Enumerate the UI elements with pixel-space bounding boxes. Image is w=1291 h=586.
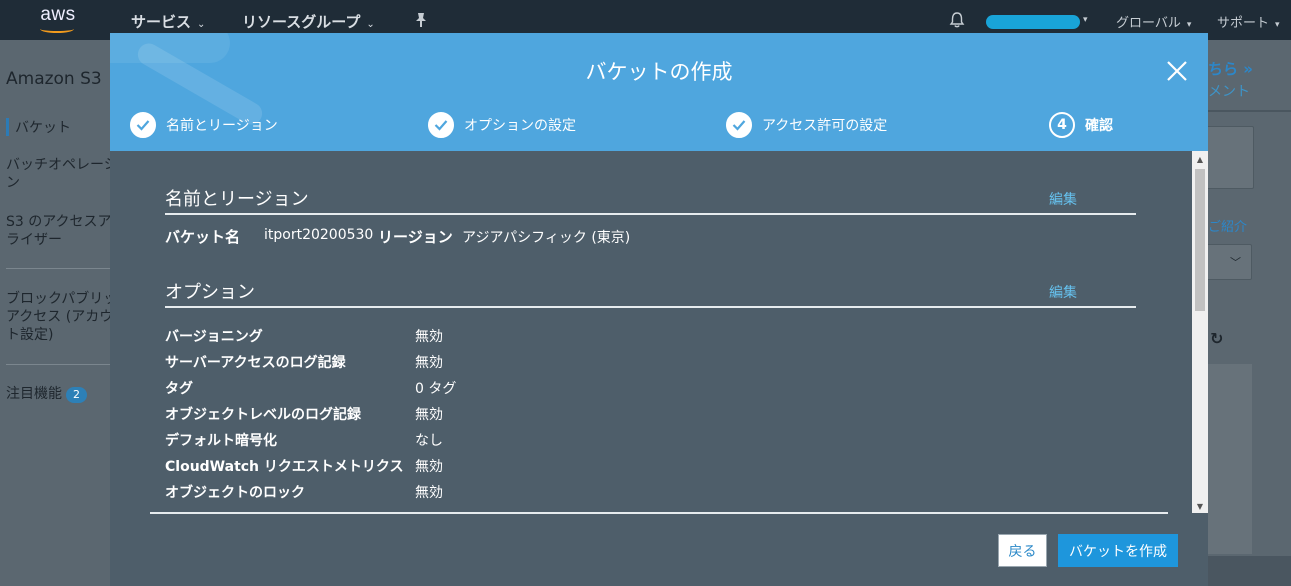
sidebar-title: Amazon S3 xyxy=(6,69,102,89)
s3-sidebar: Amazon S3 バケット バッチオペレーショ ン S3 のアクセスアナ ライ… xyxy=(0,40,132,586)
close-icon[interactable] xyxy=(1166,60,1188,82)
pin-icon[interactable] xyxy=(414,12,428,32)
scroll-up-arrow-icon[interactable]: ▲ xyxy=(1192,155,1208,164)
notifications-bell-icon[interactable] xyxy=(948,11,966,29)
chevron-down-icon: ▾ xyxy=(1275,20,1280,30)
option-value: 無効 xyxy=(415,485,443,501)
background-text-fragment: メント xyxy=(1208,84,1250,100)
option-row-default-encryption: デフォルト暗号化 なし xyxy=(165,430,665,450)
option-row-tags: タグ 0 タグ xyxy=(165,378,665,398)
option-key: オブジェクトレベルのログ記録 xyxy=(165,407,361,423)
modal-scrollbar[interactable]: ▲ ▼ xyxy=(1192,151,1208,513)
step-permissions[interactable]: アクセス許可の設定 xyxy=(726,112,887,138)
modal-title: バケットの作成 xyxy=(585,60,733,84)
scroll-down-arrow-icon[interactable]: ▼ xyxy=(1192,502,1208,511)
chevron-down-icon: ﹀ xyxy=(1230,256,1241,269)
section-title-options: オプション xyxy=(165,282,255,303)
option-value: 0 タグ xyxy=(415,381,457,397)
step-label: 確認 xyxy=(1085,118,1113,134)
check-circle-icon xyxy=(130,112,156,138)
aws-logo-text: aws xyxy=(40,4,76,25)
chevron-down-icon: ⌄ xyxy=(366,19,375,30)
chevron-down-icon: ⌄ xyxy=(197,19,206,30)
step-options[interactable]: オプションの設定 xyxy=(428,112,576,138)
aws-logo[interactable]: aws xyxy=(36,5,80,35)
option-row-cloudwatch-metrics: CloudWatch リクエストメトリクス 無効 xyxy=(165,456,665,476)
modal-header: バケットの作成 名前とリージョン オプションの設定 アクセス許可の設定 4 確認 xyxy=(110,33,1208,151)
background-panel xyxy=(1204,364,1252,554)
create-bucket-button[interactable]: バケットを作成 xyxy=(1058,534,1178,567)
sidebar-item-access-analyzer[interactable]: S3 のアクセスアナ ライザー xyxy=(6,213,125,249)
option-value: 無効 xyxy=(415,329,443,345)
support-menu[interactable]: サポート ▾ xyxy=(1217,12,1280,31)
option-key: CloudWatch リクエストメトリクス xyxy=(165,459,404,475)
option-value: 無効 xyxy=(415,355,443,371)
check-circle-icon xyxy=(726,112,752,138)
option-key: サーバーアクセスのログ記録 xyxy=(165,355,346,371)
option-row-object-level-logging: オブジェクトレベルのログ記録 無効 xyxy=(165,404,665,424)
account-menu[interactable] xyxy=(986,15,1080,29)
check-circle-icon xyxy=(428,112,454,138)
support-menu-label: サポート xyxy=(1217,16,1270,31)
section-divider xyxy=(165,306,1136,308)
background-select: ﹀ xyxy=(1204,244,1252,280)
section-divider xyxy=(165,213,1136,215)
option-key: タグ xyxy=(165,381,193,397)
region-value: アジアパシフィック (東京) xyxy=(462,230,631,246)
resource-groups-menu-label: リソースグループ xyxy=(242,13,361,31)
refresh-icon: ↻ xyxy=(1210,329,1224,348)
option-value: 無効 xyxy=(415,407,443,423)
option-row-server-access-logging: サーバーアクセスのログ記録 無効 xyxy=(165,352,665,372)
chevron-down-icon[interactable]: ▾ xyxy=(1083,15,1088,25)
chevron-down-icon: ▾ xyxy=(1186,20,1192,30)
option-key: デフォルト暗号化 xyxy=(165,433,277,449)
background-content-right: ちら » メント ご紹介 ﹀ ↻ xyxy=(1204,40,1291,586)
services-menu-label: サービス xyxy=(131,13,192,31)
edit-options-link[interactable]: 編集 xyxy=(1049,282,1077,302)
step-label: アクセス許可の設定 xyxy=(762,118,888,134)
region-menu-label: グローバル xyxy=(1116,16,1181,31)
background-bottom-strip xyxy=(1208,556,1291,586)
step-name-region[interactable]: 名前とリージョン xyxy=(130,112,278,138)
bucket-name-label: バケット名 xyxy=(165,228,241,246)
scrollbar-thumb[interactable] xyxy=(1195,169,1205,311)
sidebar-divider xyxy=(6,364,110,365)
aws-smile-icon xyxy=(40,25,74,33)
back-button[interactable]: 戻る xyxy=(998,534,1047,567)
sidebar-item-featured[interactable]: 注目機能 2 xyxy=(6,385,87,403)
section-title-name-region: 名前とリージョン xyxy=(165,189,309,210)
background-card xyxy=(1204,126,1254,189)
region-menu[interactable]: グローバル ▾ xyxy=(1116,12,1191,31)
background-link-fragment-2: ご紹介 xyxy=(1208,220,1248,235)
sidebar-divider xyxy=(6,268,110,269)
option-row-versioning: バージョニング 無効 xyxy=(165,326,665,346)
create-bucket-modal: バケットの作成 名前とリージョン オプションの設定 アクセス許可の設定 4 確認 xyxy=(110,33,1208,586)
step-review: 4 確認 xyxy=(1049,112,1113,138)
sidebar-item-featured-label: 注目機能 xyxy=(6,386,62,402)
option-key: バージョニング xyxy=(165,329,263,345)
services-menu[interactable]: サービス ⌄ xyxy=(131,11,205,32)
background-link-fragment: ちら » xyxy=(1208,60,1253,78)
resource-groups-menu[interactable]: リソースグループ ⌄ xyxy=(242,11,375,32)
active-indicator xyxy=(6,118,9,136)
featured-count-badge: 2 xyxy=(66,387,87,403)
background-divider xyxy=(1208,110,1291,112)
step-label: 名前とリージョン xyxy=(166,118,278,134)
footer-divider xyxy=(150,512,1168,514)
step-number: 4 xyxy=(1049,112,1075,138)
bucket-name-value: itport20200530 xyxy=(264,227,374,243)
option-value: なし xyxy=(415,433,443,449)
region-label: リージョン xyxy=(378,228,453,246)
option-key: オブジェクトのロック xyxy=(165,485,305,501)
option-value: 無効 xyxy=(415,459,443,475)
edit-name-region-link[interactable]: 編集 xyxy=(1049,189,1077,209)
sidebar-item-buckets[interactable]: バケット xyxy=(15,119,71,137)
option-row-object-lock: オブジェクトのロック 無効 xyxy=(165,482,665,502)
step-label: オプションの設定 xyxy=(464,118,576,134)
